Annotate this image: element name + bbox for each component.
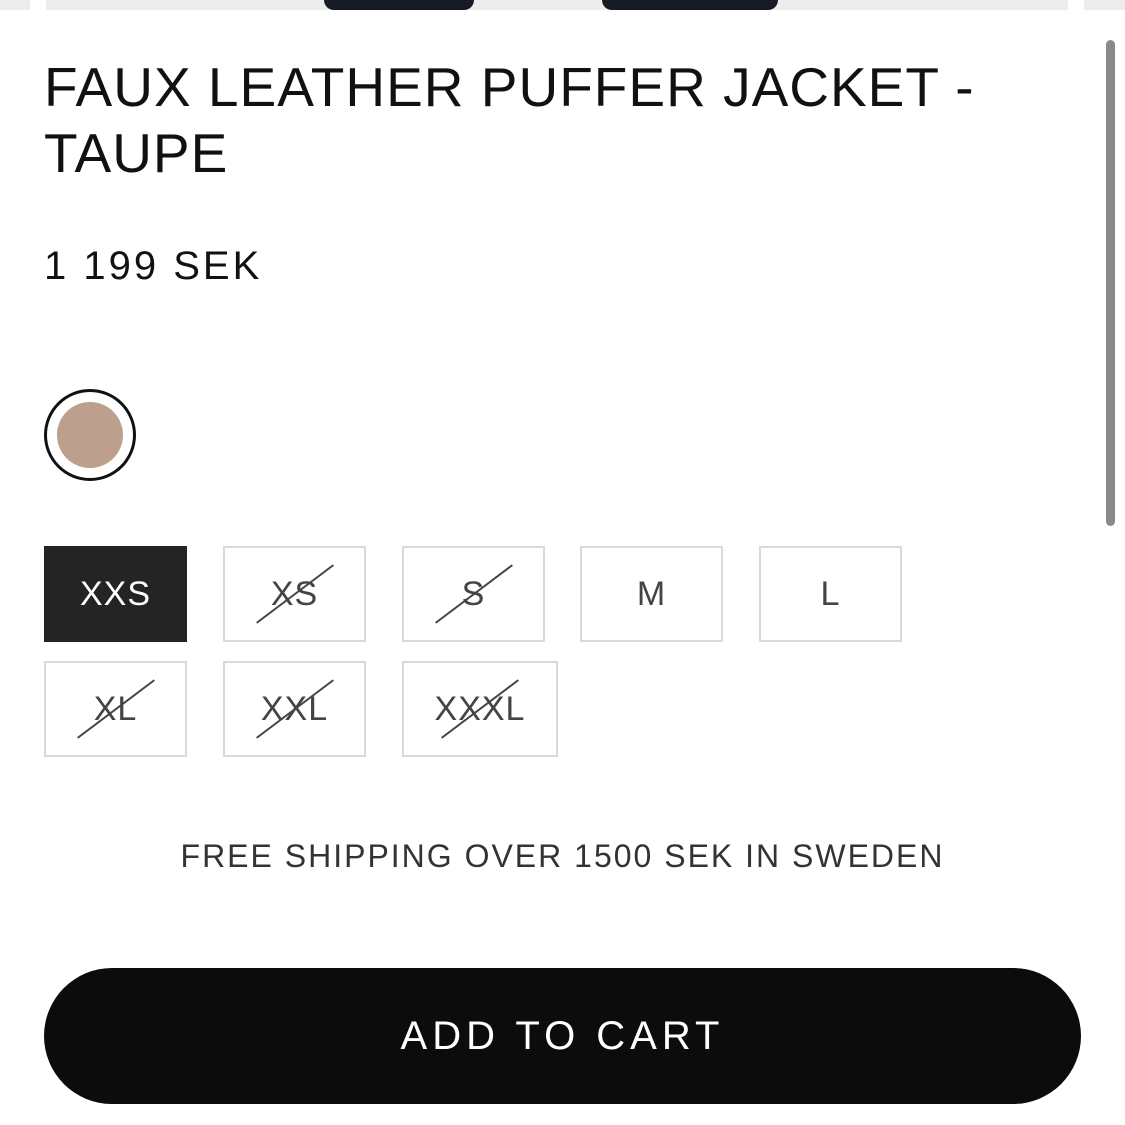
- add-to-cart-button[interactable]: ADD TO CART: [44, 968, 1081, 1104]
- product-image-carousel[interactable]: [0, 0, 1125, 12]
- carousel-current-image[interactable]: [46, 0, 1068, 10]
- size-option[interactable]: XXL: [223, 661, 366, 757]
- product-price: 1 199 SEK: [44, 244, 263, 288]
- size-label: XXS: [79, 574, 152, 613]
- size-option[interactable]: XS: [223, 546, 366, 642]
- size-option[interactable]: L: [759, 546, 902, 642]
- jacket-image-fragment: [324, 0, 474, 10]
- sold-out-strike: [76, 679, 155, 739]
- carousel-prev-image[interactable]: [0, 0, 30, 10]
- sold-out-strike: [434, 564, 513, 624]
- size-option[interactable]: M: [580, 546, 723, 642]
- size-option[interactable]: S: [402, 546, 545, 642]
- product-detail-page: FAUX LEATHER PUFFER JACKET - TAUPE 1 199…: [0, 0, 1125, 1125]
- jacket-image-fragment: [602, 0, 778, 10]
- size-option[interactable]: XL: [44, 661, 187, 757]
- color-swatch-fill: [57, 402, 123, 468]
- scrollbar[interactable]: [1106, 40, 1115, 526]
- carousel-next-image[interactable]: [1084, 0, 1125, 10]
- size-label: L: [820, 574, 841, 613]
- color-swatch-taupe[interactable]: [44, 389, 136, 481]
- sold-out-strike: [255, 564, 334, 624]
- product-title: FAUX LEATHER PUFFER JACKET - TAUPE: [44, 56, 975, 184]
- size-option[interactable]: XXXL: [402, 661, 558, 757]
- size-label: M: [636, 574, 667, 613]
- size-option[interactable]: XXS: [44, 546, 187, 642]
- shipping-notice: FREE SHIPPING OVER 1500 SEK IN SWEDEN: [180, 838, 945, 874]
